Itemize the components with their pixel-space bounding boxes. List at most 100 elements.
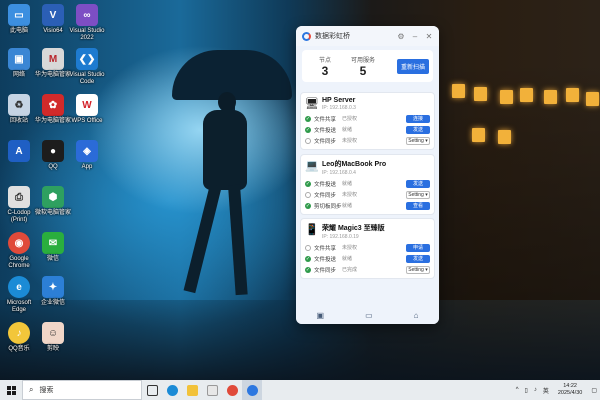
desktop-icon-visio[interactable]: V Visio64 [34,4,72,35]
service-row: ✓ 文件投送 就绪 发送 [301,124,434,135]
check-icon: ✓ [305,180,311,187]
desktop-icon-wechat[interactable]: ✉ 微信 [34,232,72,263]
huawei-manager-icon: M [42,48,64,70]
connect-button[interactable]: 连接 [406,114,430,123]
task-view-button[interactable] [142,380,162,400]
qq-icon: ● [42,140,64,162]
network-icon[interactable]: ▯ [525,387,528,394]
taskbar-edge[interactable] [162,380,182,400]
service-row: 文件同步 未授权 Setting ▾ [301,189,434,200]
task-view-icon [146,384,158,396]
desktop-icon-huawei-manager[interactable]: M 华为电脑管家 [34,48,72,79]
ime-indicator[interactable]: 英 [543,386,549,395]
desktop-icon-huawei[interactable]: ✿ 华为电脑管家 [34,94,72,125]
request-button[interactable]: 申请 [406,243,430,252]
desktop-icon-network[interactable]: ▣ 网络 [0,48,38,79]
desktop-icon-app-a[interactable]: A [0,140,38,162]
wallpaper-window-light [498,130,511,144]
taskbar-store[interactable] [202,380,222,400]
start-button[interactable] [0,380,22,400]
title-bar[interactable]: 数据彩虹桥 ⚙ – ✕ [296,26,439,46]
wallpaper-window-light [452,84,465,98]
notification-icon[interactable]: ▢ [591,387,597,394]
unchecked-icon [305,137,311,144]
desktop-icon-wps[interactable]: W WPS Office [68,94,106,125]
desktop-icon-clodop[interactable]: ⎙ C-Lodop (Print) [0,186,38,224]
desktop-icon-qqmusic[interactable]: ♪ QQ音乐 [0,322,38,353]
service-count-stat: 可用服务 5 [350,57,375,78]
desktop-icon: 🖥 [305,98,319,110]
taskbar: ⌕ 搜索 ^ ▯ ♪ 英 14:22 2025/4/30 ▢ [0,380,600,400]
qqmusic-icon: ♪ [8,322,30,344]
desktop-icon-visual-studio[interactable]: ∞ Visual Studio 2022 [68,4,106,42]
desktop-icon-vscode[interactable]: ❮❯ Visual Studio Code [68,48,106,86]
unchecked-icon [305,244,311,251]
wallpaper-window-light [586,92,599,106]
wechat-icon: ✉ [42,232,64,254]
desktop-icon-chrome[interactable]: ◉ Google Chrome [0,232,38,270]
settings-gear-icon[interactable]: ⚙ [397,32,405,41]
desktop-icon-recycle-bin[interactable]: ♻ 回收站 [0,94,38,125]
service-row: ✓ 文件投送 就绪 发送 [301,178,434,189]
visio-icon: V [42,4,64,26]
desktop-icon-wecom[interactable]: ✦ 企业微信 [34,276,72,307]
app-a-icon: A [8,140,30,162]
visual-studio-icon: ∞ [76,4,98,26]
setting-select[interactable]: Setting ▾ [406,190,430,199]
rainbow-bridge-icon [246,384,258,396]
desktop-icon-app[interactable]: ◈ App [68,140,106,171]
store-icon [206,384,218,396]
taskbar-rainbow-bridge[interactable] [242,380,262,400]
taskbar-chrome[interactable] [222,380,242,400]
setting-select[interactable]: Setting ▾ [406,136,430,145]
desktop-icon-jianying[interactable]: ☺ 剪映 [34,322,72,353]
check-icon: ✓ [305,266,311,273]
windows-logo-icon [6,385,16,395]
service-row: ✓ 文件投送 就绪 发送 [301,253,434,264]
desktop-icon-edge[interactable]: e Microsoft Edge [0,276,38,314]
setting-select[interactable]: Setting ▾ [406,265,430,274]
jianying-icon: ☺ [42,322,64,344]
device-name: 荣耀 Magic3 至臻版 [322,225,385,232]
device-folder-icon[interactable]: ▣ [317,311,325,320]
show-hidden-icons-icon[interactable]: ^ [516,387,519,393]
bottom-nav: ▣ ▭ ⌂ [296,306,439,324]
send-button[interactable]: 发送 [406,125,430,134]
pc-manager-icon: ⬢ [42,186,64,208]
huawei-icon: ✿ [42,94,64,116]
app-window: 数据彩虹桥 ⚙ – ✕ 节点 3 可用服务 5 重新扫描 🖥 HP Server… [296,26,439,324]
send-button[interactable]: 发送 [406,254,430,263]
desktop-icon-qq[interactable]: ● QQ [34,140,72,171]
computer-icon: ▭ [8,4,30,26]
send-button[interactable]: 发送 [406,179,430,188]
service-row: 文件同步 未授权 Setting ▾ [301,135,434,146]
device-card: 📱 荣耀 Magic3 至臻版 IP: 192.168.0.19 文件共享 未授… [300,218,435,279]
recycle-bin-icon: ♻ [8,94,30,116]
minimize-icon[interactable]: – [411,32,419,41]
taskbar-file-explorer[interactable] [182,380,202,400]
laptop-icon: 💻 [305,160,319,172]
edge-icon [166,384,178,396]
edge-icon: e [8,276,30,298]
view-button[interactable]: 查看 [406,201,430,210]
system-tray: ^ ▯ ♪ 英 14:22 2025/4/30 ▢ [513,380,600,400]
folder-icon[interactable]: ▭ [365,311,373,320]
desktop-icon-pc-manager[interactable]: ⬢ 微软电脑管家 [34,186,72,217]
home-icon[interactable]: ⌂ [414,311,419,320]
search-icon: ⌕ [29,385,34,394]
clock[interactable]: 14:22 2025/4/30 [558,383,582,397]
window-title: 数据彩虹桥 [315,33,350,40]
rescan-button[interactable]: 重新扫描 [396,58,429,74]
node-count-stat: 节点 3 [318,57,331,78]
stats-panel: 节点 3 可用服务 5 重新扫描 [302,50,433,82]
check-icon: ✓ [305,115,311,122]
close-icon[interactable]: ✕ [425,32,433,41]
service-row: 文件共享 未授权 申请 [301,242,434,253]
unchecked-icon [305,191,311,198]
volume-icon[interactable]: ♪ [534,387,537,393]
device-ip: IP: 192.168.0.4 [322,170,356,176]
printer-icon: ⎙ [8,186,30,208]
desktop-icon-this-pc[interactable]: ▭ 此电脑 [0,4,38,35]
taskbar-search-box[interactable]: ⌕ 搜索 [22,380,142,400]
wallpaper-window-light [566,88,579,102]
